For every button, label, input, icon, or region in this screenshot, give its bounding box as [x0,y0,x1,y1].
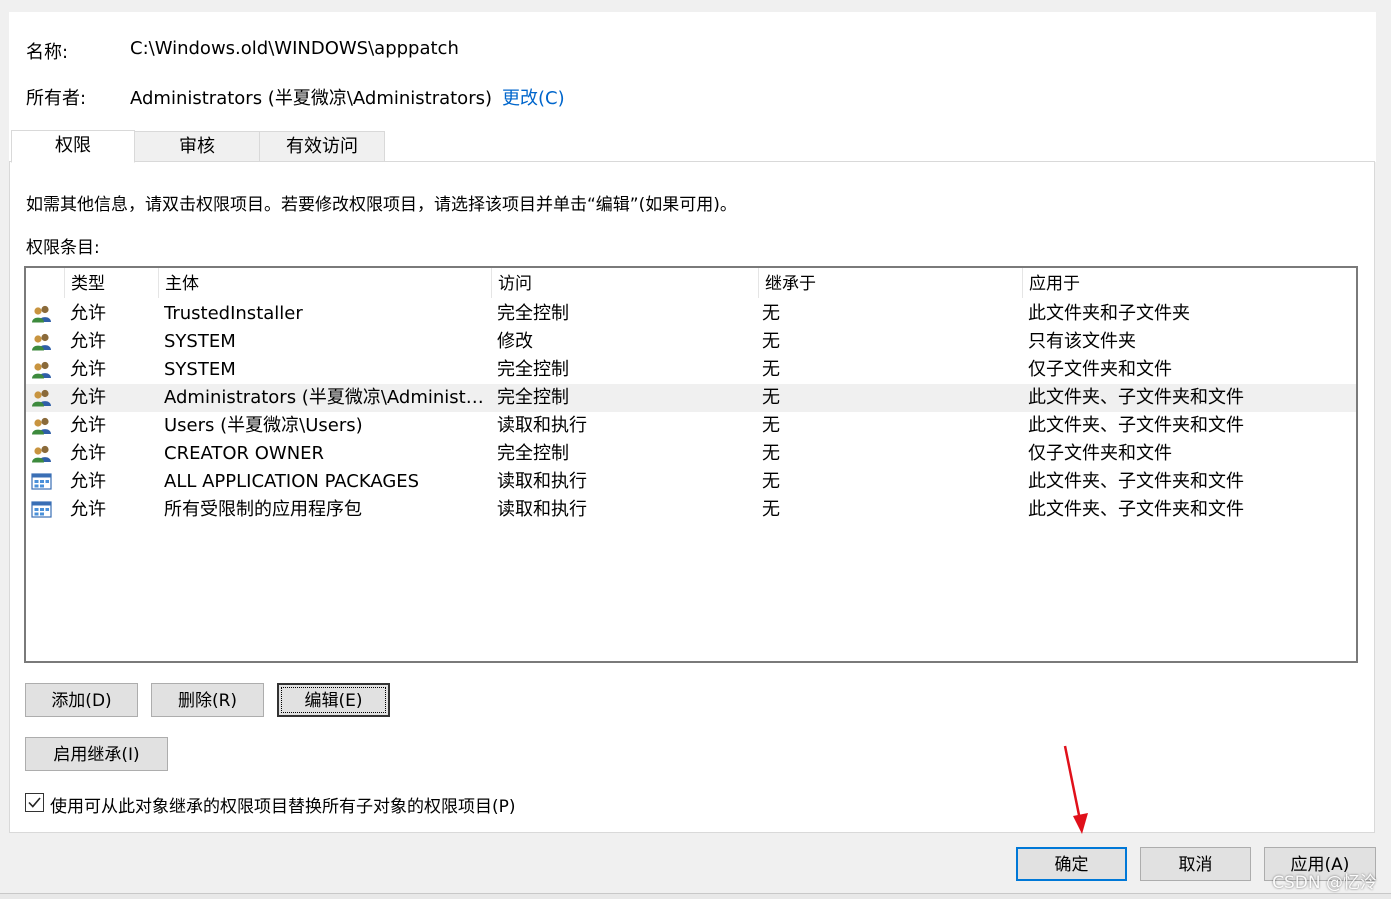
cell-type: 允许 [70,359,106,380]
cell-principal: Users (半夏微凉\Users) [164,415,363,436]
permission-entries-label: 权限条目: [26,238,100,258]
cell-applies-to: 此文件夹、子文件夹和文件 [1028,415,1244,436]
list-header: 类型 主体 访问 继承于 应用于 [26,268,1356,298]
table-row[interactable]: 允许 TrustedInstaller 完全控制 无 此文件夹和子文件夹 [26,300,1356,328]
checkmark-icon [28,797,41,808]
users-icon [31,445,53,463]
taskbar-edge [0,893,1391,899]
cell-access: 读取和执行 [497,415,587,436]
table-row[interactable]: 允许 SYSTEM 修改 无 只有该文件夹 [26,328,1356,356]
cell-type: 允许 [70,331,106,352]
name-label: 名称: [26,42,69,63]
table-row[interactable]: 允许 SYSTEM 完全控制 无 仅子文件夹和文件 [26,356,1356,384]
cell-type: 允许 [70,499,106,520]
app-package-icon [31,473,53,491]
table-row[interactable]: 允许 所有受限制的应用程序包 读取和执行 无 此文件夹、子文件夹和文件 [26,496,1356,524]
cell-access: 读取和执行 [497,471,587,492]
advanced-security-settings-window: 名称: C:\Windows.old\WINDOWS\apppatch 所有者:… [0,0,1391,899]
cell-applies-to: 此文件夹和子文件夹 [1028,303,1190,324]
users-icon [31,361,53,379]
table-row[interactable]: 允许 Administrators (半夏微凉\Administr... 完全控制 无… [26,384,1356,412]
info-text: 如需其他信息，请双击权限项目。若要修改权限项目，请选择该项目并单击“编辑”(如果… [26,195,737,215]
cell-principal: SYSTEM [164,359,236,380]
cell-inherited-from: 无 [762,499,780,520]
users-icon [31,389,53,407]
cell-applies-to: 仅子文件夹和文件 [1028,443,1172,464]
users-icon [31,305,53,323]
annotation-arrow-icon [1063,745,1088,834]
column-header-access[interactable]: 访问 [491,268,758,298]
cell-principal: 所有受限制的应用程序包 [164,499,362,520]
column-header-applies-to[interactable]: 应用于 [1022,268,1356,298]
cell-type: 允许 [70,471,106,492]
cell-access: 修改 [497,331,533,352]
column-header-principal[interactable]: 主体 [158,268,491,298]
cell-inherited-from: 无 [762,331,780,352]
tab-permissions[interactable]: 权限 [11,130,135,163]
cancel-button[interactable]: 取消 [1140,847,1251,881]
tab-auditing[interactable]: 审核 [134,131,260,162]
change-owner-link[interactable]: 更改(C) [502,84,565,110]
cell-inherited-from: 无 [762,415,780,436]
cell-applies-to: 此文件夹、子文件夹和文件 [1028,471,1244,492]
cell-access: 完全控制 [497,359,569,380]
remove-button[interactable]: 删除(R) [151,683,264,717]
cell-principal: ALL APPLICATION PACKAGES [164,471,420,492]
enable-inheritance-button[interactable]: 启用继承(I) [25,737,168,771]
cell-applies-to: 只有该文件夹 [1028,331,1136,352]
cell-principal: CREATOR OWNER [164,443,325,464]
replace-child-permissions-label[interactable]: 使用可从此对象继承的权限项目替换所有子对象的权限项目(P) [50,792,516,817]
cell-principal: Administrators (半夏微凉\Administr... [164,387,486,408]
table-row[interactable]: 允许 Users (半夏微凉\Users) 读取和执行 无 此文件夹、子文件夹和文件 [26,412,1356,440]
cell-principal: TrustedInstaller [164,303,303,324]
cell-inherited-from: 无 [762,443,780,464]
users-icon [31,417,53,435]
cell-inherited-from: 无 [762,359,780,380]
name-value: C:\Windows.old\WINDOWS\apppatch [130,38,459,59]
cell-access: 完全控制 [497,443,569,464]
tab-effective-access[interactable]: 有效访问 [259,131,385,162]
cell-inherited-from: 无 [762,303,780,324]
replace-child-permissions-checkbox[interactable] [25,793,44,812]
cell-type: 允许 [70,415,106,436]
owner-label: 所有者: [26,88,87,109]
cell-type: 允许 [70,303,106,324]
cell-type: 允许 [70,387,106,408]
ok-button[interactable]: 确定 [1016,847,1127,881]
add-button[interactable]: 添加(D) [25,683,138,717]
cell-applies-to: 此文件夹、子文件夹和文件 [1028,387,1244,408]
cell-applies-to: 此文件夹、子文件夹和文件 [1028,499,1244,520]
table-row[interactable]: 允许 CREATOR OWNER 完全控制 无 仅子文件夹和文件 [26,440,1356,468]
column-header-inherited-from[interactable]: 继承于 [758,268,1022,298]
users-icon [31,333,53,351]
cell-access: 完全控制 [497,387,569,408]
cell-inherited-from: 无 [762,387,780,408]
app-package-icon [31,501,53,519]
owner-value: Administrators (半夏微凉\Administrators) [130,88,492,109]
edit-button[interactable]: 编辑(E) [277,683,390,717]
cell-principal: SYSTEM [164,331,236,352]
watermark: CSDN @忆泠 [1272,873,1377,893]
cell-inherited-from: 无 [762,471,780,492]
table-row[interactable]: 允许 ALL APPLICATION PACKAGES 读取和执行 无 此文件夹、子文件… [26,468,1356,496]
permission-entries-list[interactable]: 类型 主体 访问 继承于 应用于 允许 TrustedInstaller 完全控制无… [24,266,1358,663]
column-header-type[interactable]: 类型 [64,268,158,298]
cell-type: 允许 [70,443,106,464]
cell-applies-to: 仅子文件夹和文件 [1028,359,1172,380]
cell-access: 读取和执行 [497,499,587,520]
cell-access: 完全控制 [497,303,569,324]
